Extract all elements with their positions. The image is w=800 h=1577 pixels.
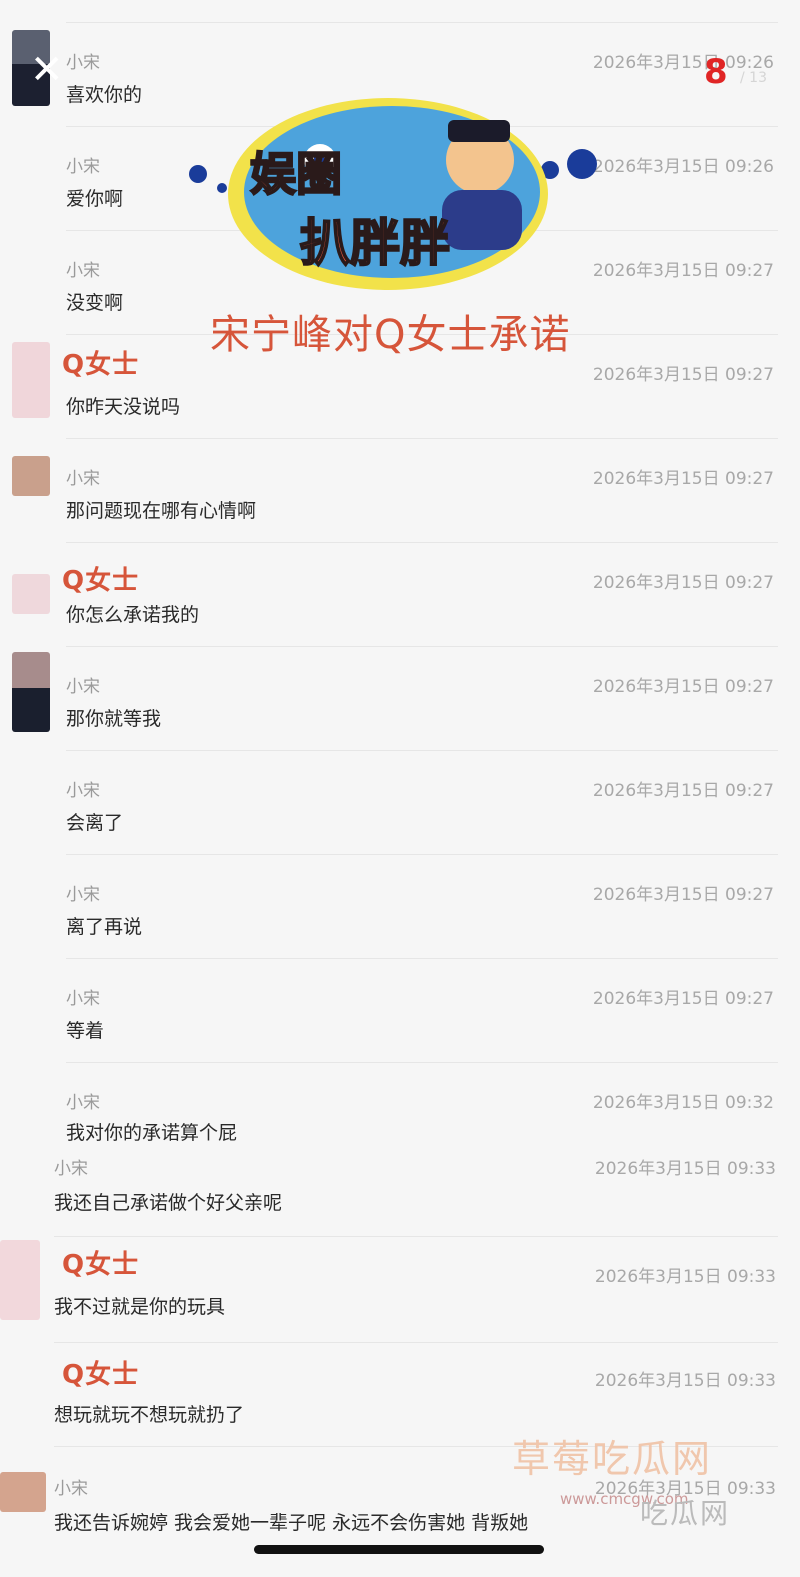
message-text: 我还自己承诺做个好父亲呢	[54, 1192, 283, 1214]
sender-name: 小宋	[54, 1479, 88, 1499]
avatar	[12, 574, 50, 614]
sender-name: 小宋	[66, 53, 100, 73]
watermark: 草莓吃瓜网	[512, 1437, 713, 1481]
close-icon[interactable]: ✕	[30, 50, 64, 90]
message-time: 2026年3月15日 09:27	[592, 885, 774, 905]
message-divider	[66, 750, 778, 751]
message-divider	[66, 1062, 778, 1063]
message-divider	[66, 22, 778, 23]
avatar	[0, 1472, 46, 1512]
message-text: 我还告诉婉婷 我会爱她一辈子呢 永远不会伤害她 背叛她	[54, 1512, 529, 1534]
message-text: 喜欢你的	[66, 84, 143, 106]
message-time: 2026年3月15日 09:27	[592, 781, 774, 801]
sender-name: Q女士	[62, 566, 140, 596]
sender-name: 小宋	[66, 781, 100, 801]
avatar	[0, 1240, 40, 1320]
message-text: 会离了	[66, 812, 124, 834]
avatar	[12, 342, 50, 418]
message-text: 我不过就是你的玩具	[54, 1296, 226, 1318]
avatar	[12, 652, 50, 732]
sender-name: 小宋	[66, 1093, 100, 1113]
message-time: 2026年3月15日 09:33	[594, 1267, 776, 1287]
sender-name: 小宋	[66, 157, 100, 177]
message-text: 爱你啊	[66, 188, 124, 210]
message-text: 离了再说	[66, 916, 143, 938]
message-divider	[66, 958, 778, 959]
sender-name: Q女士	[62, 1360, 140, 1390]
message-time: 2026年3月15日 09:33	[594, 1371, 776, 1391]
sender-name: 小宋	[66, 469, 100, 489]
sender-name: 小宋	[66, 885, 100, 905]
message-time: 2026年3月15日 09:27	[592, 989, 774, 1009]
message-time: 2026年3月15日 09:27	[592, 469, 774, 489]
message-divider	[54, 1342, 778, 1343]
message-time: 2026年3月15日 09:26	[592, 157, 774, 177]
message-text: 那你就等我	[66, 708, 162, 730]
message-time: 2026年3月15日 09:33	[594, 1159, 776, 1179]
message-text: 等着	[66, 1020, 105, 1042]
message-divider	[54, 1236, 778, 1237]
home-indicator[interactable]	[254, 1545, 544, 1554]
channel-logo: 娱圈 扒胖胖	[189, 98, 597, 290]
message-time: 2026年3月15日 09:27	[592, 365, 774, 385]
sender-name: 小宋	[66, 989, 100, 1009]
message-divider	[66, 854, 778, 855]
video-caption: 宋宁峰对Q女士承诺	[210, 312, 571, 358]
message-time: 2026年3月15日 09:27	[592, 573, 774, 593]
message-text: 你怎么承诺我的	[66, 604, 200, 626]
message-text: 你昨天没说吗	[66, 396, 181, 418]
message-divider	[66, 542, 778, 543]
sender-name: 小宋	[54, 1159, 88, 1179]
logo-line-2: 扒胖胖	[300, 214, 450, 272]
avatar	[12, 456, 50, 496]
message-time: 2026年3月15日 09:27	[592, 677, 774, 697]
message-time: 2026年3月15日 09:32	[592, 1093, 774, 1113]
message-time: 2026年3月15日 09:27	[592, 261, 774, 281]
message-text: 想玩就玩不想玩就扔了	[54, 1404, 245, 1426]
chat-history-page: 小宋 2026年3月15日 09:26 喜欢你的 小宋 2026年3月15日 0…	[0, 0, 800, 1577]
message-divider	[66, 438, 778, 439]
page-total: / 13	[740, 70, 767, 86]
sender-name: Q女士	[62, 350, 140, 380]
message-divider	[66, 646, 778, 647]
message-text: 我对你的承诺算个屁	[66, 1122, 238, 1144]
message-text: 没变啊	[66, 292, 124, 314]
sender-name: Q女士	[62, 1250, 140, 1280]
message-text: 那问题现在哪有心情啊	[66, 500, 257, 522]
sender-name: 小宋	[66, 677, 100, 697]
logo-line-1: 娱圈	[250, 147, 342, 201]
sender-name: 小宋	[66, 261, 100, 281]
watermark-2: 吃瓜网	[640, 1497, 731, 1530]
page-counter: 8	[704, 52, 728, 92]
